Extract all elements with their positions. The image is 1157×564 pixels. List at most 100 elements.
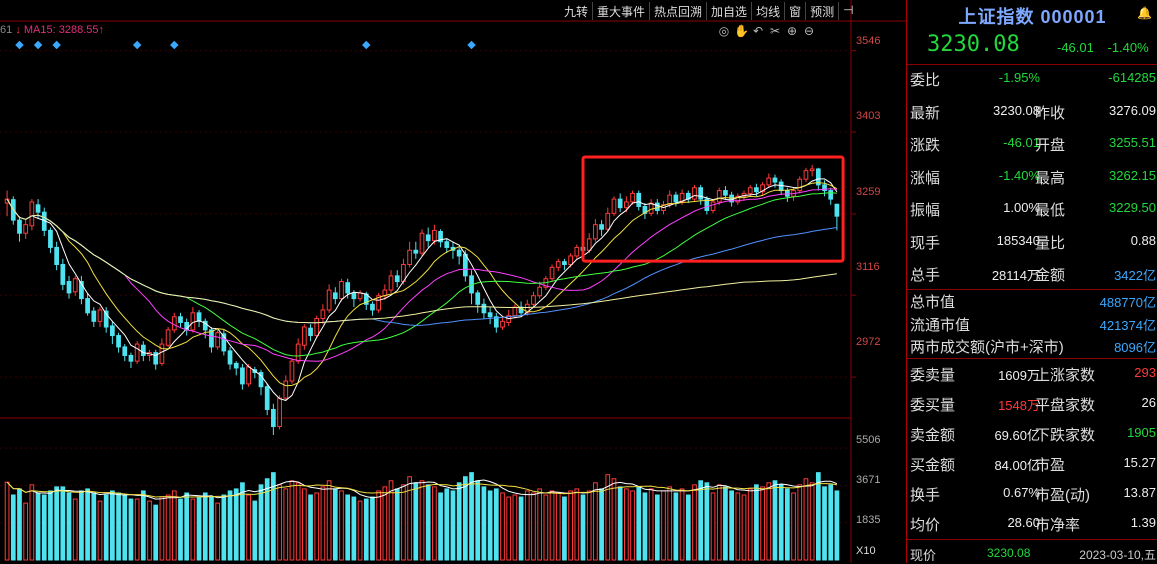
volume-bar	[54, 486, 59, 561]
quote-value: 3422亿	[1114, 268, 1156, 283]
quote-label: 涨幅	[910, 169, 941, 187]
price-change: -46.01	[1057, 40, 1094, 55]
candle-body	[574, 246, 580, 257]
volume-bar	[110, 490, 115, 561]
volume-bar	[685, 494, 691, 561]
volume-bar	[493, 488, 499, 561]
volume-bar	[524, 490, 530, 561]
volume-bar	[432, 486, 437, 561]
candle-body	[246, 366, 251, 385]
volume-bar	[642, 492, 648, 561]
toolbar-forecast-button[interactable]: 预测	[805, 2, 838, 20]
ma-arrow-down-icon: ↓	[15, 24, 21, 36]
volume-bar	[555, 492, 561, 561]
volume-bar	[450, 490, 456, 561]
quote-label: 下跌家数	[1035, 427, 1096, 444]
volume-bar	[797, 484, 803, 561]
quote-label: 振幅	[910, 202, 941, 219]
quote-value: 1.39	[1130, 515, 1156, 530]
volume-bar	[487, 490, 493, 561]
candle-body	[778, 181, 784, 192]
quote-label: 开盘	[1035, 137, 1066, 154]
toolbar-window-button[interactable]: 窗	[784, 2, 805, 20]
volume-tick: 3671	[856, 474, 881, 486]
candle-body	[29, 201, 35, 227]
scissors-icon[interactable]: ✂	[768, 24, 782, 38]
volume-bar	[766, 482, 772, 561]
volume-bar	[332, 488, 338, 561]
candle-body	[692, 187, 697, 200]
volume-bar	[17, 488, 22, 561]
candle-body	[555, 261, 561, 268]
volume-bar	[654, 494, 660, 561]
quote-value: 3255.51	[1109, 135, 1156, 150]
volume-bar	[4, 481, 10, 561]
quote-row: 现手 185340 量比 0.88	[907, 228, 1157, 254]
volume-bar	[283, 488, 289, 561]
undo-icon[interactable]: ↶	[751, 24, 765, 38]
quote-value: -1.40%	[998, 167, 1040, 183]
price-tick: 3403	[856, 110, 881, 122]
candle-body	[636, 192, 642, 207]
quote-value: 1548万	[998, 398, 1040, 413]
volume-bar	[233, 488, 239, 561]
market-value: 421374亿	[1099, 317, 1156, 333]
candle-body	[537, 286, 543, 297]
candle-body	[586, 238, 592, 251]
candle-body	[803, 170, 809, 180]
volume-bar	[568, 490, 573, 561]
volume-bar	[277, 484, 282, 561]
alert-bell-icon[interactable]: 🔔	[1137, 6, 1152, 20]
zoom-out-icon[interactable]: ⊖	[802, 24, 816, 38]
toolbar-add-favorite-button[interactable]: 加自选	[706, 2, 751, 20]
volume-bar	[562, 496, 567, 561]
target-icon[interactable]: ◎	[717, 24, 731, 38]
candle-body	[295, 343, 301, 362]
quote-value: 15.27	[1123, 455, 1156, 470]
security-title[interactable]: 上证指数 000001	[907, 3, 1157, 29]
kline-chart[interactable]	[0, 0, 906, 563]
event-marker	[52, 40, 61, 50]
volume-bar	[704, 482, 710, 561]
bottom-price-label: 现价	[910, 548, 937, 563]
candle-body	[233, 362, 239, 369]
candle-body	[54, 246, 59, 265]
volume-bar	[72, 498, 78, 561]
hand-icon[interactable]: ✋	[734, 24, 749, 38]
zoom-in-icon[interactable]: ⊕	[785, 24, 799, 38]
candle-body	[673, 194, 679, 203]
candle-body	[481, 303, 487, 314]
volume-bar	[500, 492, 505, 561]
volume-bar	[190, 498, 196, 561]
volume-bar	[760, 486, 765, 561]
volume-bar	[729, 490, 734, 561]
toolbar-ma-button[interactable]: 均线	[751, 2, 784, 20]
volume-bar	[370, 496, 375, 561]
toolbar-hotspot-button[interactable]: 热点回溯	[649, 2, 706, 20]
candle-body	[568, 255, 573, 265]
divider	[907, 358, 1157, 359]
quote-row: 振幅 1.00% 最低 3229.50	[907, 195, 1157, 221]
candle-body	[72, 278, 78, 293]
candle-body	[512, 306, 518, 317]
candle-body	[326, 289, 332, 311]
candle-body	[413, 249, 419, 254]
candle-body	[444, 241, 450, 248]
quote-label: 市净率	[1035, 517, 1081, 534]
quote-panel: 上证指数 000001 🔔 3230.08 -46.01 -1.40% 委比 -1.…	[906, 0, 1157, 563]
quote-label: 市盈(动)	[1035, 487, 1090, 504]
volume-bar	[599, 488, 604, 561]
volume-bar	[153, 504, 159, 561]
bottom-price-value: 3230.08	[987, 546, 1031, 560]
toolbar-collapse-icon[interactable]: ⊣	[838, 2, 857, 20]
change-row: -46.01 -1.40%	[1047, 40, 1149, 55]
volume-bar	[518, 496, 524, 561]
toolbar-jiuzhuan-button[interactable]: 九转	[560, 2, 592, 20]
toolbar-events-button[interactable]: 重大事件	[592, 2, 649, 20]
volume-bar	[413, 482, 419, 561]
candle-body	[289, 360, 295, 382]
candle-body	[828, 190, 834, 200]
quote-value: 1609万	[998, 368, 1040, 383]
candle-body	[475, 292, 481, 305]
volume-bar	[679, 488, 685, 561]
